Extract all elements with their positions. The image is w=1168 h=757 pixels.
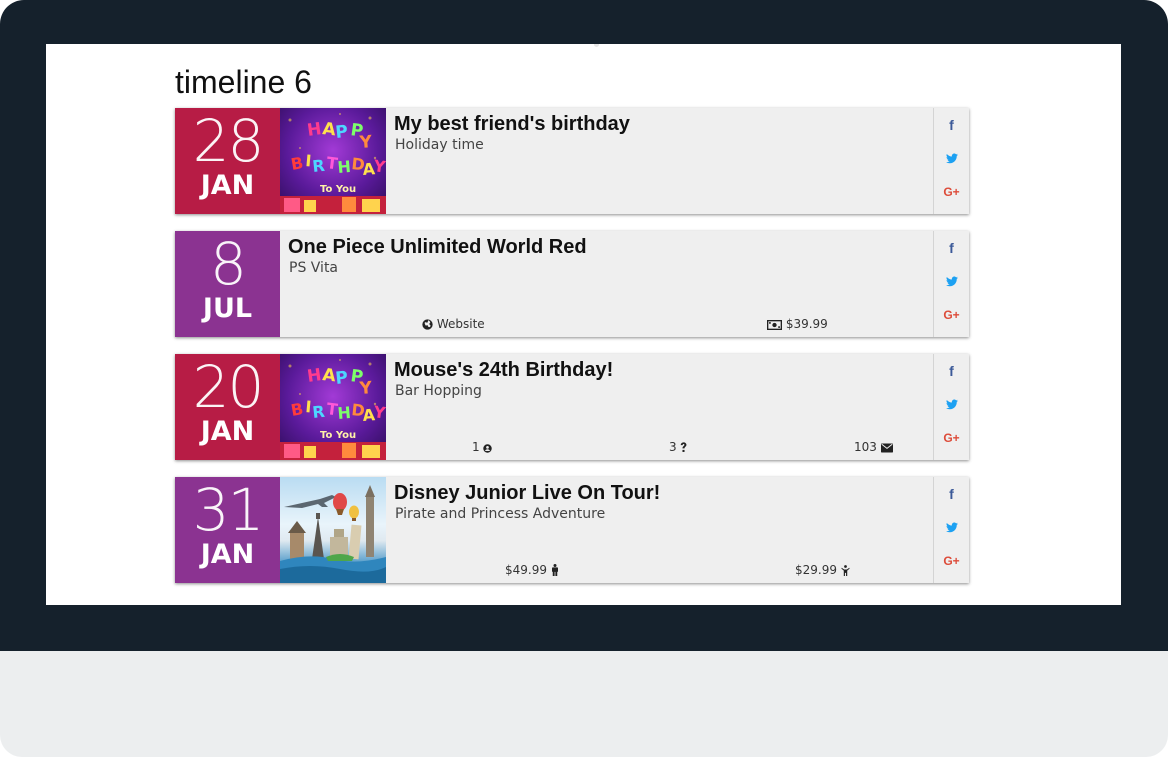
event-subtitle: Pirate and Princess Adventure <box>395 506 606 522</box>
svg-text:B: B <box>289 153 304 174</box>
svg-text:To You: To You <box>320 184 356 195</box>
event-title[interactable]: Disney Junior Live On Tour! <box>394 482 660 505</box>
event-day: 28 <box>192 108 265 175</box>
google-plus-icon[interactable]: G+ <box>934 554 969 568</box>
event-day: 31 <box>192 477 265 544</box>
screen: timeline 6 28 JAN H A P P Y B I R T H D … <box>46 44 1121 605</box>
timeline-event[interactable]: 8 JUL One Piece Unlimited World Red PS V… <box>175 231 969 337</box>
social-share-bar: f G+ <box>933 477 969 583</box>
google-plus-icon[interactable]: G+ <box>934 308 969 322</box>
event-website-link[interactable]: Website <box>422 317 485 331</box>
maybe-count: 3 <box>669 440 687 454</box>
question-icon <box>681 442 687 452</box>
travel-landmarks-image <box>280 485 386 583</box>
monitor-bezel: timeline 6 28 JAN H A P P Y B I R T H D … <box>0 0 1168 651</box>
facebook-icon[interactable]: f <box>934 240 969 256</box>
event-image: H A P P Y B I R T H D A Y To You <box>280 108 386 214</box>
facebook-icon[interactable]: f <box>934 117 969 133</box>
page-title: timeline 6 <box>175 64 312 100</box>
facebook-icon[interactable]: f <box>934 363 969 379</box>
adult-price-value: $49.99 <box>505 563 547 577</box>
twitter-icon[interactable] <box>934 397 969 415</box>
website-label: Website <box>436 317 485 331</box>
child-price-value: $29.99 <box>795 563 837 577</box>
twitter-icon[interactable] <box>934 274 969 292</box>
event-subtitle: PS Vita <box>289 260 339 276</box>
svg-text:P: P <box>334 368 348 389</box>
event-info: My best friend's birthday Holiday time <box>386 108 934 214</box>
event-date: 28 JAN <box>175 108 280 214</box>
event-subtitle: Bar Hopping <box>395 383 482 399</box>
svg-text:Y: Y <box>358 132 373 153</box>
svg-text:H: H <box>337 403 352 423</box>
facebook-icon[interactable]: f <box>934 486 969 502</box>
event-title[interactable]: My best friend's birthday <box>394 113 630 136</box>
child-icon <box>841 565 850 576</box>
event-date: 8 JUL <box>175 231 280 337</box>
svg-text:R: R <box>311 156 325 176</box>
event-month: JAN <box>200 416 255 447</box>
social-share-bar: f G+ <box>933 231 969 337</box>
event-title[interactable]: One Piece Unlimited World Red <box>288 236 587 259</box>
invited-count: 103 <box>854 440 893 454</box>
event-image <box>280 477 386 583</box>
envelope-icon <box>880 443 893 453</box>
adult-price: $49.99 <box>505 563 559 577</box>
globe-icon <box>422 319 433 330</box>
event-month: JUL <box>202 293 253 324</box>
happy-birthday-image: H A P P Y B I R T H D A Y To You <box>280 359 386 460</box>
timeline: 28 JAN H A P P Y B I R T H D A Y To You … <box>175 108 970 600</box>
event-info: Mouse's 24th Birthday! Bar Hopping 1 3 1… <box>386 354 934 460</box>
google-plus-icon[interactable]: G+ <box>934 185 969 199</box>
svg-text:H: H <box>306 119 323 141</box>
svg-text:R: R <box>311 402 325 422</box>
event-info: Disney Junior Live On Tour! Pirate and P… <box>386 477 934 583</box>
timeline-event[interactable]: 28 JAN H A P P Y B I R T H D A Y To You … <box>175 108 969 214</box>
social-share-bar: f G+ <box>933 108 969 214</box>
timeline-event[interactable]: 20 JAN H A P P Y B I R T H D A Y To You … <box>175 354 969 460</box>
event-day: 8 <box>210 231 247 298</box>
happy-birthday-image: H A P P Y B I R T H D A Y To You <box>280 113 386 214</box>
user-icon <box>483 444 493 453</box>
google-plus-icon[interactable]: G+ <box>934 431 969 445</box>
event-price: $39.99 <box>767 317 828 331</box>
timeline-event[interactable]: 31 JAN Disney Junior Live On Tour! Pirat… <box>175 477 969 583</box>
event-image: H A P P Y B I R T H D A Y To You <box>280 354 386 460</box>
child-price: $29.99 <box>795 563 850 577</box>
event-date: 31 JAN <box>175 477 280 583</box>
user-icon <box>551 564 558 576</box>
event-day: 20 <box>192 354 265 421</box>
event-month: JAN <box>200 170 255 201</box>
price-value: $39.99 <box>785 317 828 331</box>
svg-text:P: P <box>334 122 348 143</box>
going-value: 1 <box>472 440 480 454</box>
camera-dot <box>594 44 599 47</box>
svg-text:H: H <box>306 365 323 387</box>
maybe-value: 3 <box>669 440 677 454</box>
social-share-bar: f G+ <box>933 354 969 460</box>
invited-value: 103 <box>854 440 877 454</box>
svg-text:H: H <box>337 157 352 177</box>
money-icon <box>767 320 782 330</box>
event-date: 20 JAN <box>175 354 280 460</box>
twitter-icon[interactable] <box>934 151 969 169</box>
event-subtitle: Holiday time <box>395 137 484 153</box>
twitter-icon[interactable] <box>934 520 969 538</box>
going-count: 1 <box>472 440 493 454</box>
monitor-stand <box>0 651 1168 757</box>
svg-text:To You: To You <box>320 430 356 441</box>
svg-text:B: B <box>289 399 304 420</box>
svg-text:Y: Y <box>358 378 373 399</box>
event-info: One Piece Unlimited World Red PS Vita We… <box>280 231 934 337</box>
event-title[interactable]: Mouse's 24th Birthday! <box>394 359 613 382</box>
event-month: JAN <box>200 539 255 570</box>
